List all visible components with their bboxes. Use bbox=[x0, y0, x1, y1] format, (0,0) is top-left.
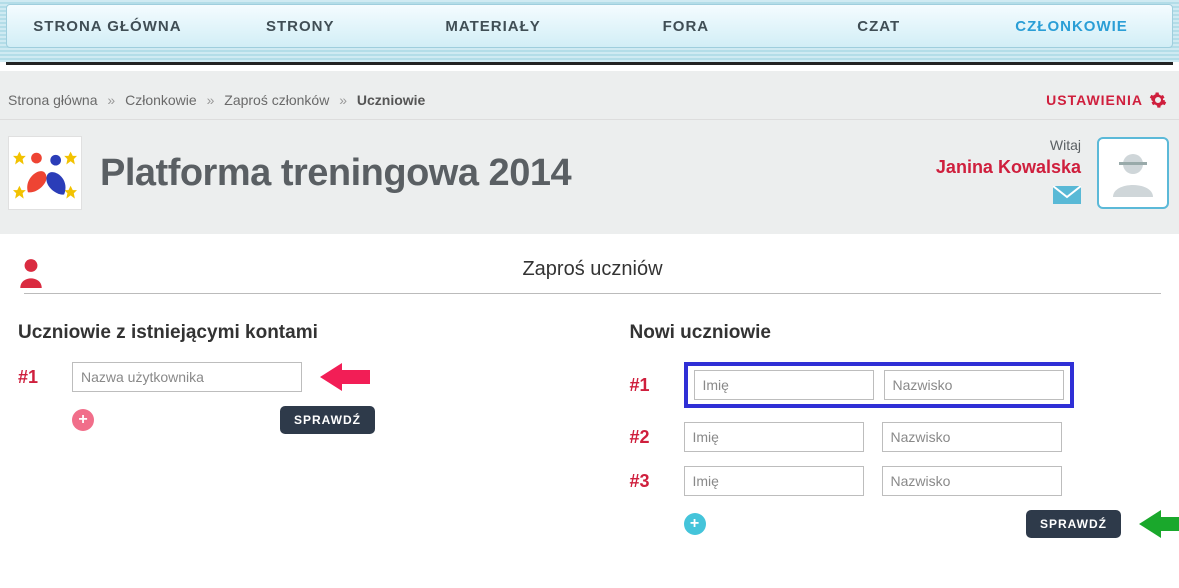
nav-item-members[interactable]: CZŁONKOWIE bbox=[977, 18, 1166, 35]
check-new-button[interactable]: SPRAWDŹ bbox=[1026, 510, 1121, 538]
new-students-heading: Nowi uczniowie bbox=[630, 322, 1162, 344]
row-number: #2 bbox=[630, 427, 666, 448]
settings-link[interactable]: USTAWIENIA bbox=[1046, 91, 1167, 109]
nav-item-materials[interactable]: MATERIAŁY bbox=[399, 18, 588, 35]
gear-icon bbox=[1149, 91, 1167, 109]
invite-section-title: Zaproś uczniów bbox=[24, 258, 1161, 294]
row-number: #1 bbox=[18, 367, 54, 388]
nav-item-chat[interactable]: CZAT bbox=[784, 18, 973, 35]
breadcrumb: Strona główna » Członkowie » Zaproś czło… bbox=[8, 92, 425, 108]
nav-item-home[interactable]: STRONA GŁÓWNA bbox=[13, 18, 202, 35]
last-name-input[interactable] bbox=[882, 466, 1062, 496]
page-title: Platforma treningowa 2014 bbox=[100, 152, 571, 195]
annotation-highlight-box bbox=[684, 362, 1074, 408]
add-new-row-button[interactable]: + bbox=[684, 513, 706, 535]
check-existing-button[interactable]: SPRAWDŹ bbox=[280, 406, 375, 434]
settings-label: USTAWIENIA bbox=[1046, 92, 1143, 108]
nav-item-forums[interactable]: FORA bbox=[591, 18, 780, 35]
first-name-input[interactable] bbox=[694, 370, 874, 400]
user-name[interactable]: Janina Kowalska bbox=[936, 157, 1081, 178]
nav-divider bbox=[6, 62, 1173, 65]
breadcrumb-members[interactable]: Członkowie bbox=[125, 92, 197, 108]
breadcrumb-invite[interactable]: Zaproś członków bbox=[224, 92, 329, 108]
main-nav: STRONA GŁÓWNA STRONY MATERIAŁY FORA CZAT… bbox=[6, 4, 1173, 48]
add-existing-row-button[interactable]: + bbox=[72, 409, 94, 431]
avatar[interactable] bbox=[1097, 137, 1169, 209]
breadcrumb-current: Uczniowie bbox=[357, 92, 425, 108]
annotation-arrow-green bbox=[1139, 510, 1161, 538]
row-number: #1 bbox=[630, 375, 666, 396]
nav-item-pages[interactable]: STRONY bbox=[206, 18, 395, 35]
username-input[interactable] bbox=[72, 362, 302, 392]
platform-logo bbox=[8, 136, 82, 210]
greeting-label: Witaj bbox=[1050, 137, 1081, 153]
existing-accounts-heading: Uczniowie z istniejącymi kontami bbox=[18, 322, 550, 344]
first-name-input[interactable] bbox=[684, 422, 864, 452]
breadcrumb-home[interactable]: Strona główna bbox=[8, 92, 98, 108]
last-name-input[interactable] bbox=[882, 422, 1062, 452]
mail-icon[interactable] bbox=[1053, 186, 1081, 209]
annotation-arrow-pink bbox=[320, 363, 342, 391]
row-number: #3 bbox=[630, 471, 666, 492]
first-name-input[interactable] bbox=[684, 466, 864, 496]
last-name-input[interactable] bbox=[884, 370, 1064, 400]
